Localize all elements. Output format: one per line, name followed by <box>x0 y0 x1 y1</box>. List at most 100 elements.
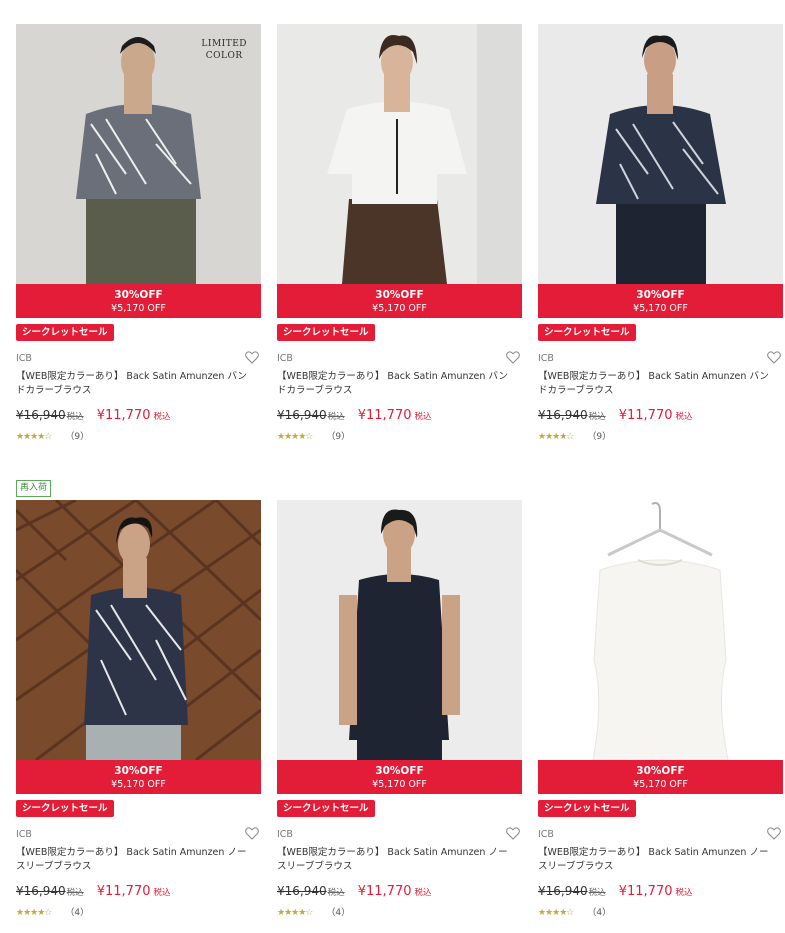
sale-price: ¥11,770 <box>96 884 151 899</box>
brand-name[interactable]: ICB <box>16 829 32 840</box>
tax-label: 税込 <box>153 412 171 422</box>
review-count: （4） <box>326 908 351 918</box>
tax-label: 税込 <box>66 888 84 898</box>
product-image[interactable] <box>277 500 522 760</box>
price-row: ¥16,940税込 ¥11,770 税込 <box>16 404 171 423</box>
original-price: ¥16,940 <box>277 408 327 422</box>
review-count: （4） <box>587 908 612 918</box>
secret-sale-badge: シークレットセール <box>16 324 114 341</box>
heart-icon[interactable] <box>767 827 781 840</box>
secret-sale-badge: シークレットセール <box>16 800 114 817</box>
product-card[interactable]: 30%OFF ¥5,170 OFF シークレットセール ICB 【WEB限定カラ… <box>277 24 522 444</box>
product-image[interactable] <box>277 24 522 284</box>
discount-banner: 30%OFF ¥5,170 OFF <box>538 760 783 794</box>
product-image[interactable] <box>538 500 783 760</box>
brand-name[interactable]: ICB <box>538 829 554 840</box>
sale-price: ¥11,770 <box>357 884 412 899</box>
discount-amount: ¥5,170 OFF <box>111 303 166 314</box>
secret-sale-badge: シークレットセール <box>538 800 636 817</box>
sale-price: ¥11,770 <box>357 408 412 423</box>
original-price: ¥16,940 <box>277 884 327 898</box>
product-name[interactable]: 【WEB限定カラーあり】 Back Satin Amunzen ノー スリーブブ… <box>277 846 522 874</box>
star-rating-icon: ★★★★☆ <box>16 908 52 918</box>
discount-percent: 30%OFF <box>636 765 685 777</box>
tax-label: 税込 <box>327 412 345 422</box>
discount-percent: 30%OFF <box>114 765 163 777</box>
review-count: （9） <box>326 432 351 442</box>
discount-banner: 30%OFF ¥5,170 OFF <box>538 284 783 318</box>
original-price: ¥16,940 <box>538 884 588 898</box>
discount-amount: ¥5,170 OFF <box>633 779 688 790</box>
product-image[interactable] <box>538 24 783 284</box>
discount-percent: 30%OFF <box>636 289 685 301</box>
heart-icon[interactable] <box>245 351 259 364</box>
discount-percent: 30%OFF <box>375 765 424 777</box>
discount-banner: 30%OFF ¥5,170 OFF <box>277 760 522 794</box>
heart-icon[interactable] <box>245 827 259 840</box>
product-name[interactable]: 【WEB限定カラーあり】 Back Satin Amunzen バン ドカラーブ… <box>277 370 522 398</box>
tax-label: 税込 <box>327 888 345 898</box>
limited-color-label: LIMITED COLOR <box>201 39 247 61</box>
product-card[interactable]: 再入荷 30%OFF ¥5,170 OFF シークレットセール ICB 【WEB… <box>16 480 261 920</box>
star-rating-icon: ★★★★☆ <box>16 432 52 442</box>
heart-icon[interactable] <box>506 351 520 364</box>
price-row: ¥16,940税込 ¥11,770 税込 <box>538 404 693 423</box>
product-name[interactable]: 【WEB限定カラーあり】 Back Satin Amunzen ノー スリーブブ… <box>538 846 783 874</box>
original-price: ¥16,940 <box>16 408 66 422</box>
rating[interactable]: ★★★★☆ （4） <box>16 905 89 918</box>
product-image[interactable] <box>16 500 261 760</box>
secret-sale-badge: シークレットセール <box>538 324 636 341</box>
tax-label: 税込 <box>675 412 693 422</box>
discount-banner: 30%OFF ¥5,170 OFF <box>16 760 261 794</box>
discount-banner: 30%OFF ¥5,170 OFF <box>277 284 522 318</box>
rating[interactable]: ★★★★☆ （4） <box>538 905 611 918</box>
tax-label: 税込 <box>588 412 606 422</box>
original-price: ¥16,940 <box>538 408 588 422</box>
brand-name[interactable]: ICB <box>277 829 293 840</box>
star-rating-icon: ★★★★☆ <box>538 908 574 918</box>
tax-label: 税込 <box>588 888 606 898</box>
product-card[interactable]: 30%OFF ¥5,170 OFF シークレットセール ICB 【WEB限定カラ… <box>538 480 783 920</box>
rating[interactable]: ★★★★☆ （4） <box>277 905 350 918</box>
tax-label: 税込 <box>66 412 84 422</box>
discount-amount: ¥5,170 OFF <box>111 779 166 790</box>
star-rating-icon: ★★★★☆ <box>538 432 574 442</box>
review-count: （9） <box>65 432 90 442</box>
discount-amount: ¥5,170 OFF <box>372 779 427 790</box>
product-name[interactable]: 【WEB限定カラーあり】 Back Satin Amunzen ノー スリーブブ… <box>16 846 261 874</box>
product-image[interactable]: LIMITED COLOR <box>16 24 261 284</box>
tax-label: 税込 <box>675 888 693 898</box>
discount-amount: ¥5,170 OFF <box>633 303 688 314</box>
review-count: （9） <box>587 432 612 442</box>
heart-icon[interactable] <box>767 351 781 364</box>
discount-percent: 30%OFF <box>114 289 163 301</box>
tax-label: 税込 <box>414 888 432 898</box>
discount-percent: 30%OFF <box>375 289 424 301</box>
discount-amount: ¥5,170 OFF <box>372 303 427 314</box>
product-card[interactable]: 30%OFF ¥5,170 OFF シークレットセール ICB 【WEB限定カラ… <box>538 24 783 444</box>
sale-price: ¥11,770 <box>96 408 151 423</box>
price-row: ¥16,940税込 ¥11,770 税込 <box>16 880 171 899</box>
rating[interactable]: ★★★★☆ （9） <box>277 429 350 442</box>
brand-name[interactable]: ICB <box>277 353 293 364</box>
discount-banner: 30%OFF ¥5,170 OFF <box>16 284 261 318</box>
product-name[interactable]: 【WEB限定カラーあり】 Back Satin Amunzen バン ドカラーブ… <box>16 370 261 398</box>
review-count: （4） <box>65 908 90 918</box>
secret-sale-badge: シークレットセール <box>277 800 375 817</box>
sale-price: ¥11,770 <box>618 884 673 899</box>
price-row: ¥16,940税込 ¥11,770 税込 <box>277 880 432 899</box>
restock-badge: 再入荷 <box>16 480 52 497</box>
rating[interactable]: ★★★★☆ （9） <box>538 429 611 442</box>
original-price: ¥16,940 <box>16 884 66 898</box>
secret-sale-badge: シークレットセール <box>277 324 375 341</box>
product-name[interactable]: 【WEB限定カラーあり】 Back Satin Amunzen バン ドカラーブ… <box>538 370 783 398</box>
sale-price: ¥11,770 <box>618 408 673 423</box>
product-card[interactable]: 30%OFF ¥5,170 OFF シークレットセール ICB 【WEB限定カラ… <box>277 480 522 920</box>
price-row: ¥16,940税込 ¥11,770 税込 <box>277 404 432 423</box>
brand-name[interactable]: ICB <box>538 353 554 364</box>
heart-icon[interactable] <box>506 827 520 840</box>
star-rating-icon: ★★★★☆ <box>277 908 313 918</box>
brand-name[interactable]: ICB <box>16 353 32 364</box>
product-card[interactable]: LIMITED COLOR 30%OFF ¥5,170 OFF シークレットセー… <box>16 24 261 444</box>
rating[interactable]: ★★★★☆ （9） <box>16 429 89 442</box>
